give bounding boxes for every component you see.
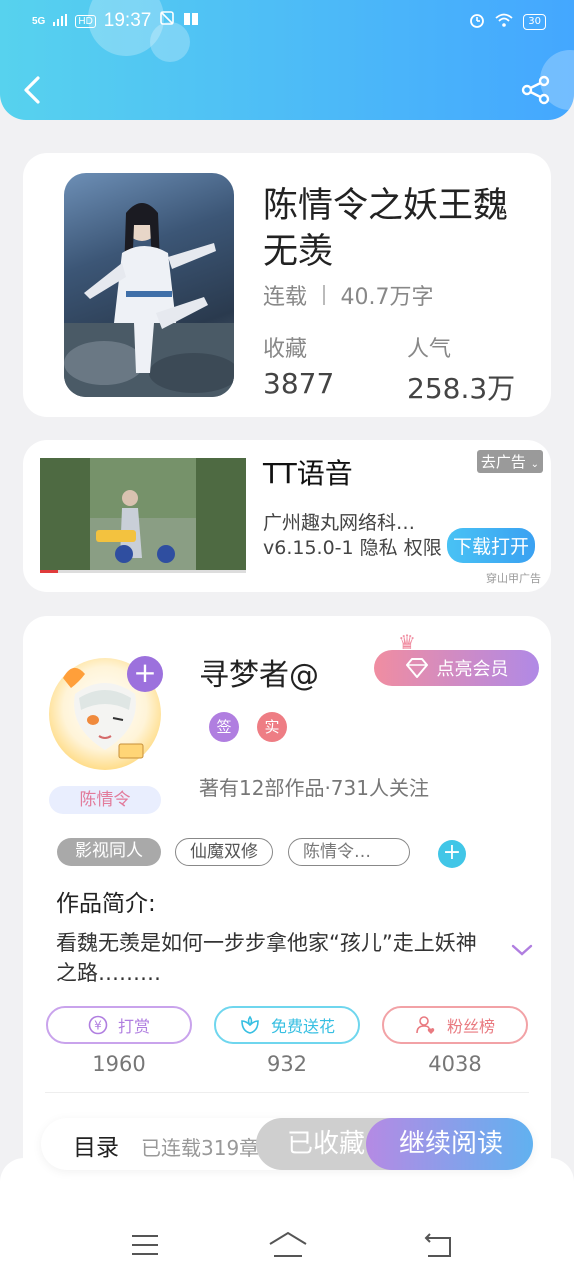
continue-reading-button[interactable]: 继续阅读 — [366, 1118, 533, 1170]
tip-button[interactable]: ¥ 打赏 — [46, 1006, 192, 1044]
ad-version: v6.15.0-1 隐私 权限 — [263, 537, 442, 559]
chevron-down-icon — [511, 944, 533, 956]
remove-ads-button[interactable]: 去广告 ⌄ — [476, 450, 543, 473]
word-count: 40.7万字 — [340, 285, 434, 310]
vip-button[interactable]: 点亮会员 — [374, 650, 539, 686]
book-app-icon — [183, 10, 199, 32]
vip-label: 点亮会员 — [436, 659, 509, 680]
book-cover-image[interactable] — [64, 173, 234, 397]
status-bar: 5G HD 19:37 30 — [0, 0, 574, 44]
ad-source: 穿山甲广告 — [486, 572, 541, 585]
verified-badge: 实 — [257, 712, 287, 742]
back-button[interactable] — [18, 72, 48, 108]
menu-icon — [132, 1235, 158, 1255]
ad-company: 广州趣丸网络科… — [263, 512, 416, 534]
remove-ads-label: 去广告 — [480, 453, 526, 471]
add-tag-button[interactable]: + — [438, 840, 466, 868]
author-stats: 著有12部作品·731人关注 — [199, 776, 429, 800]
fans-icon — [416, 1016, 435, 1034]
flower-icon — [241, 1015, 259, 1034]
serial-status[interactable]: 已连载319章 — [141, 1132, 259, 1161]
author-name[interactable]: 寻梦者@ — [199, 650, 319, 694]
popularity-label: 人气 — [407, 337, 452, 362]
favorites-value: 3877 — [263, 367, 335, 400]
flower-count: 932 — [266, 1052, 308, 1076]
tag-genre[interactable]: 影视同人 — [57, 838, 161, 866]
signal-indicator: 5G — [32, 15, 46, 27]
ad-title: TT语音 — [263, 457, 353, 490]
ad-download-button[interactable]: 下载打开 — [446, 528, 535, 563]
toc-button[interactable]: 目录 — [73, 1128, 119, 1162]
return-icon — [424, 1233, 451, 1257]
favorites-label: 收藏 — [263, 337, 308, 362]
svg-text:¥: ¥ — [94, 1019, 102, 1033]
home-button[interactable] — [268, 1230, 308, 1260]
send-flower-button[interactable]: 免费送花 — [214, 1006, 360, 1044]
battery-indicator: 30 — [523, 13, 546, 30]
book-status: 连载 — [263, 285, 308, 310]
avatar-fandom-tag: 陈情令 — [49, 786, 161, 814]
back-arrow-icon — [24, 76, 40, 104]
ad-image[interactable] — [40, 458, 246, 573]
top-header: 5G HD 19:37 30 — [0, 0, 574, 120]
home-icon — [269, 1231, 307, 1257]
tag-category[interactable]: 仙魔双修 — [175, 838, 273, 866]
back-nav-button[interactable] — [420, 1230, 454, 1260]
diamond-icon — [405, 658, 428, 678]
book-info-card: 陈情令之妖王魏无羡 连载 40.7万字 收藏 3877 人气 258.3万 — [23, 153, 551, 417]
fan-ranking-button[interactable]: 粉丝榜 — [382, 1006, 528, 1044]
book-title: 陈情令之妖王魏无羡 — [263, 186, 509, 272]
yen-icon: ¥ — [88, 1015, 108, 1035]
notification-icon — [159, 10, 175, 32]
signed-badge: 签 — [209, 712, 239, 742]
expand-intro-button[interactable] — [511, 942, 533, 956]
tip-label: 打赏 — [117, 1017, 150, 1036]
clock: 19:37 — [103, 10, 152, 31]
menu-button[interactable] — [128, 1230, 162, 1260]
fan-count: 4038 — [428, 1052, 482, 1076]
intro-heading: 作品简介: — [56, 891, 156, 917]
ad-card[interactable]: TT语音 去广告 ⌄ 广州趣丸网络科… v6.15.0-1 隐私 权限 下载打开… — [23, 440, 551, 592]
bottom-action-bar: 目录 已连载319章 已收藏 继续阅读 — [41, 1118, 533, 1170]
chevron-small-icon: ⌄ — [530, 459, 539, 470]
follow-plus-button[interactable]: + — [127, 656, 163, 692]
intro-text: 看魏无羡是如何一步步拿他家“孩儿”走上妖神之路……… — [56, 931, 477, 985]
tag-fandom[interactable]: 陈情令… — [288, 838, 410, 866]
send-flower-label: 免费送花 — [270, 1017, 335, 1036]
alarm-icon — [469, 12, 485, 31]
share-button[interactable] — [520, 74, 552, 106]
wifi-icon — [495, 13, 513, 30]
book-meta: 连载 40.7万字 — [263, 279, 434, 311]
hd-badge: HD — [75, 14, 96, 28]
system-nav-bar — [0, 1158, 574, 1280]
fan-ranking-label: 粉丝榜 — [446, 1017, 495, 1036]
meta-separator — [323, 285, 325, 305]
share-icon — [521, 75, 550, 105]
popularity-value: 258.3万 — [407, 372, 516, 405]
divider — [45, 1092, 529, 1093]
tip-count: 1960 — [92, 1052, 146, 1076]
signal-bars-icon — [53, 10, 68, 32]
